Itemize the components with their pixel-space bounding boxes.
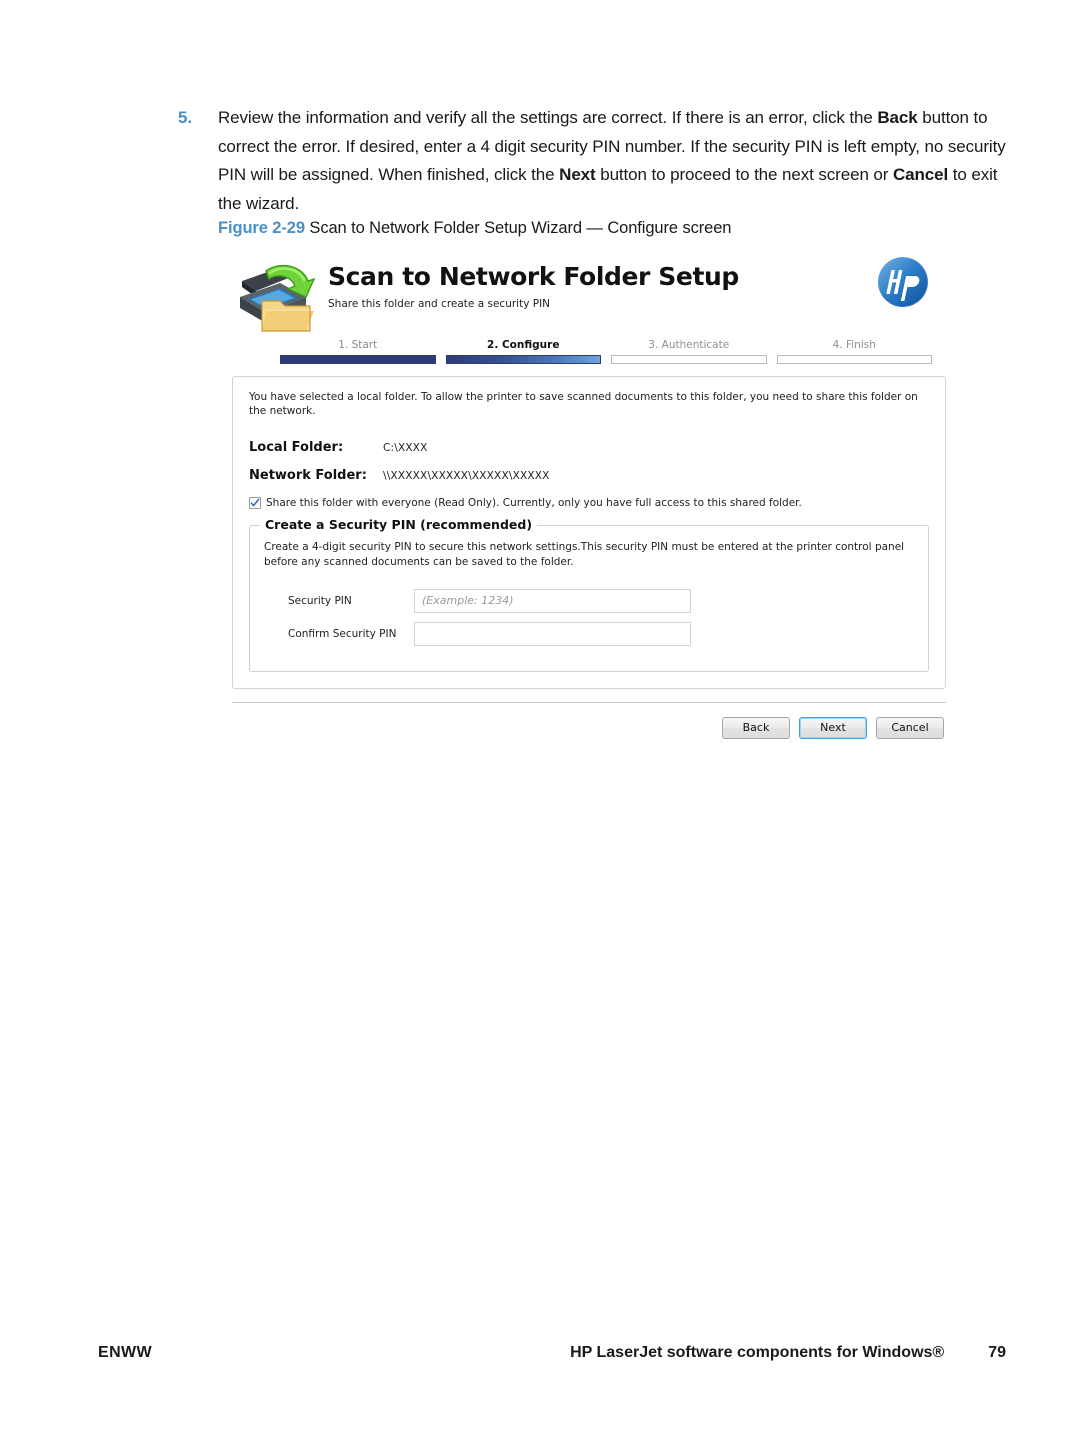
wizard-step-4-finish[interactable]: 4. Finish	[776, 339, 932, 364]
step-body-text: Review the information and verify all th…	[218, 108, 1006, 213]
network-folder-value: \\XXXXX\XXXXX\XXXXX\XXXXX	[383, 470, 550, 483]
security-pin-fieldset: Create a Security PIN (recommended) Crea…	[249, 517, 929, 672]
local-folder-value: C:\XXXX	[383, 442, 428, 455]
instruction-step: 5. Review the information and verify all…	[178, 104, 1008, 218]
folder-info-group: Local Folder: C:\XXXX Network Folder: \\…	[249, 440, 929, 483]
security-pin-input[interactable]: (Example: 1234)	[414, 588, 691, 613]
network-folder-row: Network Folder: \\XXXXX\XXXXX\XXXXX\XXXX…	[249, 468, 929, 483]
back-button[interactable]: Back	[722, 716, 790, 739]
emphasis-term: Cancel	[892, 165, 949, 184]
scan-to-network-folder-wizard: Scan to Network Folder Setup Share this …	[232, 249, 946, 739]
step-1-bar	[280, 355, 436, 364]
figure-caption: Figure 2-29 Scan to Network Folder Setup…	[218, 219, 731, 238]
step-4-bar	[776, 355, 932, 364]
document-page: 5. Review the information and verify all…	[0, 0, 1080, 1437]
confirm-security-pin-row: Confirm Security PIN	[264, 621, 914, 646]
footer-section-title: HP LaserJet software components for Wind…	[570, 1344, 945, 1361]
wizard-title: Scan to Network Folder Setup	[328, 262, 739, 291]
footer-locale: ENWW	[98, 1344, 153, 1361]
checkmark-icon	[250, 498, 260, 507]
intro-description: You have selected a local folder. To all…	[249, 391, 918, 418]
share-folder-checkbox[interactable]	[249, 497, 261, 510]
emphasis-term: Back	[877, 108, 918, 127]
page-footer: ENWW HP LaserJet software components for…	[98, 1344, 1006, 1362]
confirm-security-pin-label: Confirm Security PIN	[288, 627, 397, 640]
local-folder-label: Local Folder:	[249, 440, 344, 456]
network-folder-label: Network Folder:	[249, 468, 367, 484]
footer-page-number: 79	[988, 1344, 1006, 1361]
step-4-label: 4. Finish	[832, 339, 876, 351]
security-pin-description: Create a 4-digit security PIN to secure …	[264, 541, 905, 568]
step-2-bar	[445, 355, 601, 364]
security-pin-legend: Create a Security PIN (recommended)	[260, 517, 538, 533]
security-pin-label: Security PIN	[288, 594, 352, 607]
figure-caption-text: Scan to Network Folder Setup Wizard — Co…	[309, 219, 732, 237]
step-3-label: 3. Authenticate	[648, 339, 730, 351]
hp-logo	[872, 253, 934, 315]
confirm-security-pin-input[interactable]	[414, 621, 691, 646]
share-folder-checkbox-row[interactable]: Share this folder with everyone (Read On…	[249, 497, 929, 510]
wizard-step-2-configure[interactable]: 2. Configure	[445, 339, 601, 364]
local-folder-row: Local Folder: C:\XXXX	[249, 440, 929, 455]
wizard-header: Scan to Network Folder Setup Share this …	[232, 249, 946, 337]
step-3-bar	[611, 355, 767, 364]
wizard-button-bar: Back Next Cancel	[232, 703, 946, 739]
security-pin-fields: Security PIN (Example: 1234) Confirm Sec…	[264, 588, 914, 646]
figure-label: Figure 2-29	[218, 219, 305, 237]
wizard-step-indicator: 1. Start 2. Configure 3. Authenticate 4.…	[232, 339, 946, 364]
scan-to-folder-icon	[236, 253, 322, 337]
step-number: 5.	[178, 108, 193, 127]
wizard-subtitle: Share this folder and create a security …	[328, 297, 551, 310]
share-folder-label: Share this folder with everyone (Read On…	[266, 497, 802, 510]
wizard-step-1-start[interactable]: 1. Start	[280, 339, 436, 364]
cancel-button[interactable]: Cancel	[876, 716, 944, 739]
emphasis-term: Next	[559, 165, 596, 184]
step-2-label: 2. Configure	[487, 339, 560, 351]
wizard-content-panel: You have selected a local folder. To all…	[232, 376, 946, 689]
wizard-step-3-authenticate[interactable]: 3. Authenticate	[611, 339, 767, 364]
security-pin-row: Security PIN (Example: 1234)	[264, 588, 914, 613]
next-button[interactable]: Next	[799, 716, 867, 739]
step-1-label: 1. Start	[338, 339, 378, 351]
footer-right-group: HP LaserJet software components for Wind…	[570, 1344, 1006, 1362]
